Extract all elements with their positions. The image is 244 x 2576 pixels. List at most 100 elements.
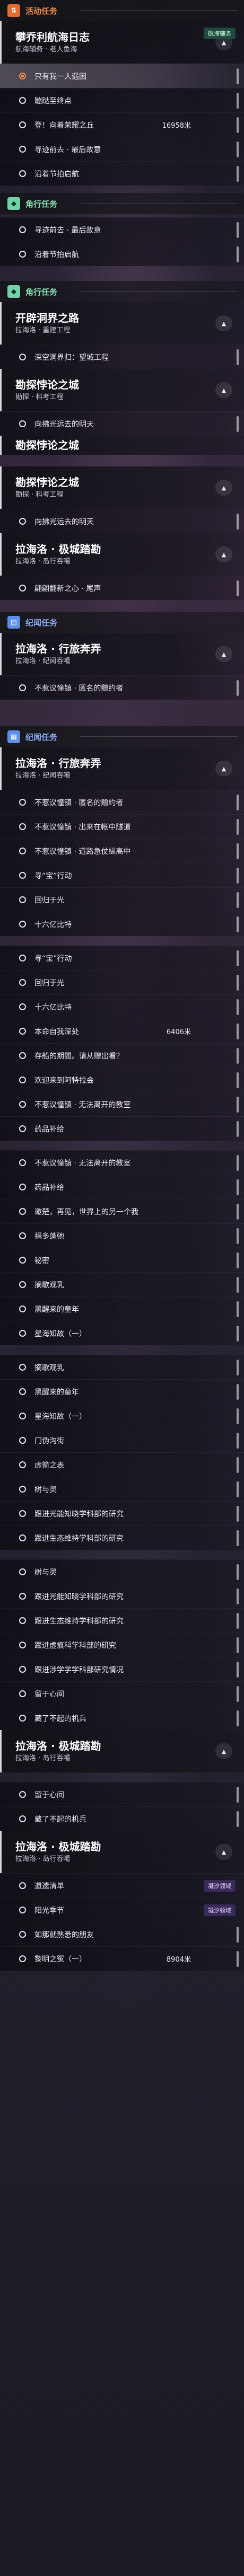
- quest-step[interactable]: 树与灵: [0, 1477, 244, 1501]
- step-label: 黑醒来的童年: [34, 1305, 79, 1314]
- quest-step[interactable]: 向拂光远去的明天: [0, 411, 244, 436]
- quest-step[interactable]: 只有我一人遇困: [0, 64, 244, 88]
- quest-step[interactable]: 本命自我深处 6406米: [0, 1019, 244, 1043]
- scroll-marker: [237, 1662, 239, 1678]
- step-radio-icon: [19, 121, 26, 128]
- step-radio-icon: [19, 955, 26, 961]
- quest-title: 拉海洛 · 行旅奔弄: [15, 757, 101, 770]
- quest-header[interactable]: 勘探悖论之城 勘探 · 科考工程 ▲: [0, 466, 244, 509]
- quest-step[interactable]: 留于心间: [0, 1681, 244, 1706]
- quest-step[interactable]: 欢迎来到阿特拉会: [0, 1068, 244, 1092]
- step-label: 只有我一人遇困: [34, 72, 86, 81]
- divider: [80, 10, 238, 11]
- section-header[interactable]: ◆ 角行任务: [0, 193, 244, 214]
- collapse-button[interactable]: ▲: [215, 315, 232, 331]
- quest-step[interactable]: 登！向着荣耀之丘 16958米: [0, 112, 244, 137]
- quest-step[interactable]: 跟进生态维持学科部的研究: [0, 1525, 244, 1550]
- step-radio-icon: [19, 1882, 26, 1889]
- quest-step[interactable]: 沿着节拍启航: [0, 242, 244, 266]
- quest-step[interactable]: 树与灵: [0, 1559, 244, 1584]
- quest-step[interactable]: 黑醒来的童年: [0, 1379, 244, 1404]
- quest-step[interactable]: 不惹议憧镇 · 无法离开的教室: [0, 1150, 244, 1175]
- quest-step[interactable]: 星海知故（一）: [0, 1321, 244, 1345]
- quest-header[interactable]: 拉海洛 · 行旅奔弄 拉海洛 · 纪闻吞噶 ▲: [0, 633, 244, 675]
- quest-header[interactable]: 勘探悖论之城: [0, 436, 244, 455]
- step-radio-icon: [19, 1593, 26, 1600]
- scroll-marker: [237, 1326, 239, 1342]
- quest-step[interactable]: 跟进虚痕科学科部的研究: [0, 1633, 244, 1657]
- step-label: 沿着节拍启航: [34, 250, 79, 259]
- quest-header[interactable]: 拉海洛 · 极城踏勘 拉海洛 · 岛行吞噶 ▲: [0, 1730, 244, 1772]
- quest-step[interactable]: 摘歌观乳: [0, 1272, 244, 1296]
- quest-step[interactable]: 邀楚，再见，世界上的另一个我: [0, 1199, 244, 1223]
- quest-step[interactable]: 翩翩翻新之心 · 尾声: [0, 576, 244, 600]
- section-header[interactable]: ▤ 纪闻任务: [0, 726, 244, 747]
- quest-step[interactable]: 跟进光能知晓学科部的研究: [0, 1584, 244, 1608]
- quest-step[interactable]: 跟进光能知晓学科部的研究: [0, 1501, 244, 1525]
- quest-step[interactable]: 星海知故（一）: [0, 1404, 244, 1428]
- quest-step[interactable]: 留于心间: [0, 1782, 244, 1806]
- step-label: 登！向着荣耀之丘: [34, 121, 94, 130]
- quest-step[interactable]: 深空洞界归：望城工程: [0, 345, 244, 369]
- step-radio-icon: [19, 799, 26, 806]
- collapse-button[interactable]: ▲: [215, 480, 232, 496]
- quest-step[interactable]: 黎明之冤（一） 8904米: [0, 1946, 244, 1971]
- step-label: 回归于光: [34, 896, 64, 905]
- scroll-marker: [237, 680, 239, 696]
- section-header[interactable]: ▤ 纪闻任务: [0, 612, 244, 633]
- section-header[interactable]: ⇅ 活动任务: [0, 0, 244, 21]
- quest-header[interactable]: 勘探悖论之城 勘探 · 科考工程 ▲: [0, 369, 244, 411]
- quest-step[interactable]: 回归于光: [0, 887, 244, 912]
- quest-step[interactable]: 虚箭之表: [0, 1452, 244, 1477]
- quest-header[interactable]: 拉海洛 · 行旅奔弄 拉海洛 · 纪闻吞噶 ▲: [0, 747, 244, 790]
- quest-step[interactable]: 向拂光远去的明天: [0, 509, 244, 533]
- collapse-button[interactable]: ▲: [215, 1743, 232, 1759]
- quest-step[interactable]: 黑醒来的童年: [0, 1296, 244, 1321]
- quest-step[interactable]: 如那就熟悉的朋友: [0, 1922, 244, 1946]
- quest-step[interactable]: 跟进涉学学学科部研究情况: [0, 1657, 244, 1681]
- quest-step[interactable]: 药品补给: [0, 1116, 244, 1141]
- quest-step[interactable]: 遗遗清单 凝汐领域: [0, 1873, 244, 1898]
- collapse-button[interactable]: ▲: [215, 546, 232, 562]
- quest-header[interactable]: 拉海洛 · 极城踏勘 拉海洛 · 岛行吞噶 ▲: [0, 1831, 244, 1873]
- quest-step[interactable]: 门伪沟街: [0, 1428, 244, 1452]
- step-label: 跟进虚痕科学科部的研究: [34, 1641, 116, 1650]
- quest-step[interactable]: 寻迹前去 · 最后故意: [0, 217, 244, 242]
- scroll-marker: [237, 1564, 239, 1580]
- collapse-button[interactable]: ▲: [215, 1844, 232, 1860]
- quest-step[interactable]: 药品补给: [0, 1175, 244, 1199]
- quest-header[interactable]: 攀乔利航海日志 航海辅务 · 老人鱼海 ▲ 航海辅务: [0, 21, 244, 64]
- step-label: 留于心间: [34, 1690, 64, 1699]
- quest-step[interactable]: 不惹议憧镇 · 道路急仗纵高中: [0, 839, 244, 863]
- quest-step[interactable]: 不惹议憧镇 · 出来在帐中隧道: [0, 814, 244, 839]
- quest-header[interactable]: 拉海洛 · 极城踏勘 拉海洛 · 岛行吞噶 ▲: [0, 533, 244, 576]
- quest-step[interactable]: 存船的期間。请从赠出看？: [0, 1043, 244, 1068]
- collapse-button[interactable]: ▲: [215, 382, 232, 398]
- quest-header[interactable]: 开辟洞界之路 拉海洛 · 重建工程 ▲: [0, 302, 244, 345]
- scroll-marker: [237, 349, 239, 365]
- quest-step[interactable]: 摘歌观乳: [0, 1355, 244, 1379]
- step-label: 跟进光能知晓学科部的研究: [34, 1592, 124, 1601]
- section-header[interactable]: ◆ 角行任务: [0, 281, 244, 302]
- quest-subtitle: 拉海洛 · 岛行吞噶: [15, 558, 71, 566]
- quest-step[interactable]: 十六亿比特: [0, 994, 244, 1019]
- quest-step[interactable]: 藏了不起的机兵: [0, 1706, 244, 1730]
- quest-step[interactable]: 不惹议憧镇 · 匿名的赠约者: [0, 675, 244, 700]
- quest-step[interactable]: 沿着节拍启航: [0, 161, 244, 186]
- quest-step[interactable]: 阳光季节 凝汐领域: [0, 1898, 244, 1922]
- quest-step[interactable]: 秘密: [0, 1248, 244, 1272]
- quest-step[interactable]: 跟进生态维持学科部的研究: [0, 1608, 244, 1633]
- quest-step[interactable]: 不惹议憧镇 · 匿名的赠约者: [0, 790, 244, 814]
- quest-step[interactable]: 不惹议憧镇 · 无法离开的教室: [0, 1092, 244, 1116]
- collapse-button[interactable]: ▲: [215, 646, 232, 662]
- quest-step[interactable]: 寻“宝”行动: [0, 946, 244, 970]
- quest-step[interactable]: 捐多蓬弛: [0, 1223, 244, 1248]
- quest-step[interactable]: 十六亿比特: [0, 912, 244, 936]
- collapse-button[interactable]: ▲: [215, 761, 232, 777]
- quest-step[interactable]: 寻迹前去 · 最后故意: [0, 137, 244, 161]
- quest-step[interactable]: 蹦跶至终点: [0, 88, 244, 112]
- quest-step[interactable]: 回归于光: [0, 970, 244, 994]
- quest-step[interactable]: 藏了不起的机兵: [0, 1806, 244, 1831]
- quest-step[interactable]: 寻“宝”行动: [0, 863, 244, 887]
